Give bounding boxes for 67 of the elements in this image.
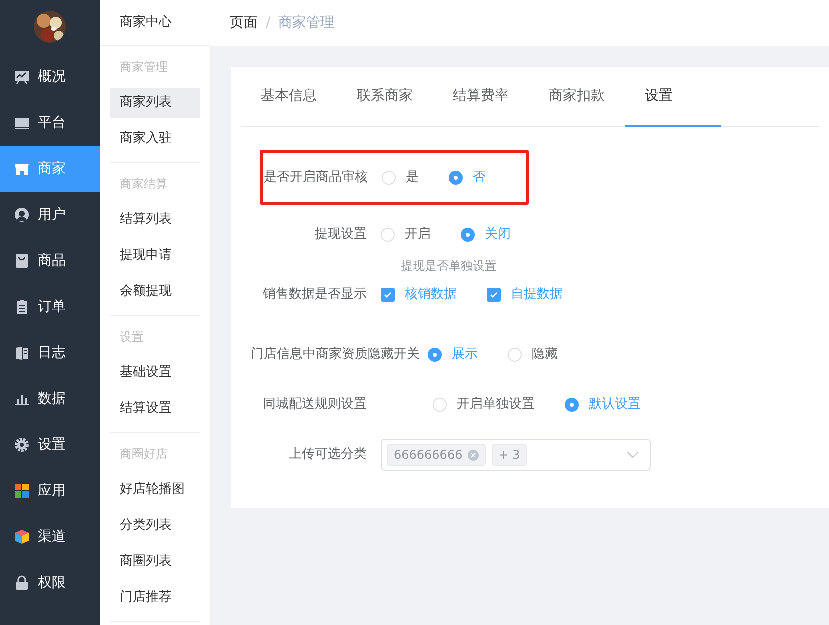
field-label: 是否开启商品审核 [263, 168, 369, 187]
submenu-item[interactable]: 余额提现 [110, 277, 200, 307]
group-title: 设置 [119, 329, 145, 346]
tag: + 3 [492, 444, 528, 466]
nav-item[interactable]: 概况 [0, 54, 100, 100]
tab[interactable]: 商家扣款 [529, 67, 625, 127]
apps-icon [14, 483, 30, 499]
clipboard-icon [14, 299, 30, 315]
nav-item[interactable]: 商品 [0, 238, 100, 284]
radio-button[interactable] [461, 228, 475, 242]
checkbox[interactable] [487, 288, 501, 302]
hint-text: 提现是否单独设置 [400, 258, 498, 275]
radio-option[interactable]: 开启 [381, 225, 431, 245]
monitor-icon [14, 115, 30, 131]
radio-button[interactable] [449, 170, 463, 184]
submenu-item[interactable]: 分类列表 [110, 511, 200, 541]
group-title: 商家管理 [119, 59, 169, 76]
tab[interactable]: 基本信息 [241, 67, 337, 127]
nav-item[interactable]: 订单 [0, 284, 100, 330]
tab[interactable]: 设置 [625, 67, 721, 127]
tab[interactable]: 结算费率 [433, 67, 529, 127]
field-label: 门店信息中商家资质隐藏开关 [251, 346, 421, 364]
cube-icon [14, 529, 30, 545]
book-icon [14, 345, 30, 361]
breadcrumb-current: 商家管理 [278, 14, 335, 32]
nav-item[interactable]: 权限 [0, 560, 100, 606]
submenu-item[interactable]: 结算列表 [110, 205, 200, 235]
nav-item[interactable]: 日志 [0, 330, 100, 376]
nav-item[interactable]: 平台 [0, 100, 100, 146]
field-label: 同城配送规则设置 [262, 396, 368, 414]
field-label: 上传可选分类 [288, 446, 368, 464]
radio-button[interactable] [428, 348, 442, 362]
check-icon [489, 290, 499, 300]
bag-icon [14, 253, 30, 269]
close-icon[interactable] [468, 450, 479, 460]
submenu-item[interactable]: 好店轮播图 [110, 475, 200, 505]
radio-option[interactable]: 是 [382, 168, 419, 188]
tab[interactable]: 联系商家 [337, 67, 433, 127]
chart-board-icon [14, 69, 30, 85]
nav-item[interactable]: 设置 [0, 422, 100, 468]
submenu-item[interactable]: 基础设置 [110, 358, 200, 388]
store-icon [14, 161, 30, 177]
nav-item[interactable]: 渠道 [0, 514, 100, 560]
radio-button[interactable] [565, 398, 579, 412]
field-label: 提现设置 [314, 226, 368, 244]
checkbox[interactable] [381, 288, 395, 302]
group-title: 商家结算 [119, 176, 169, 193]
radio-option[interactable]: 开启单独设置 [433, 395, 535, 415]
lock-icon [14, 575, 30, 591]
check-icon [383, 290, 393, 300]
tag: 666666666 [387, 444, 486, 466]
nav-item[interactable]: 数据 [0, 376, 100, 422]
nav-item[interactable]: 应用 [0, 468, 100, 514]
group-title: 商圈好店 [119, 446, 169, 463]
submenu-item[interactable]: 商圈列表 [110, 547, 200, 577]
submenu-item[interactable]: 商家入驻 [110, 124, 200, 154]
nav-item[interactable]: 用户 [0, 192, 100, 238]
submenu-item[interactable]: 商家列表 [110, 88, 200, 118]
submenu-item[interactable]: 结算设置 [110, 394, 200, 424]
field-label: 销售数据是否显示 [262, 286, 368, 304]
breadcrumb-link[interactable]: 页面 [230, 12, 258, 34]
radio-option[interactable]: 隐藏 [508, 345, 558, 365]
submenu-item[interactable]: 门店推荐 [110, 583, 200, 613]
user-icon [14, 207, 30, 223]
submenu-item[interactable]: 提现申请 [110, 241, 200, 271]
breadcrumb-separator: / [266, 14, 271, 32]
settings-icon [14, 437, 30, 453]
